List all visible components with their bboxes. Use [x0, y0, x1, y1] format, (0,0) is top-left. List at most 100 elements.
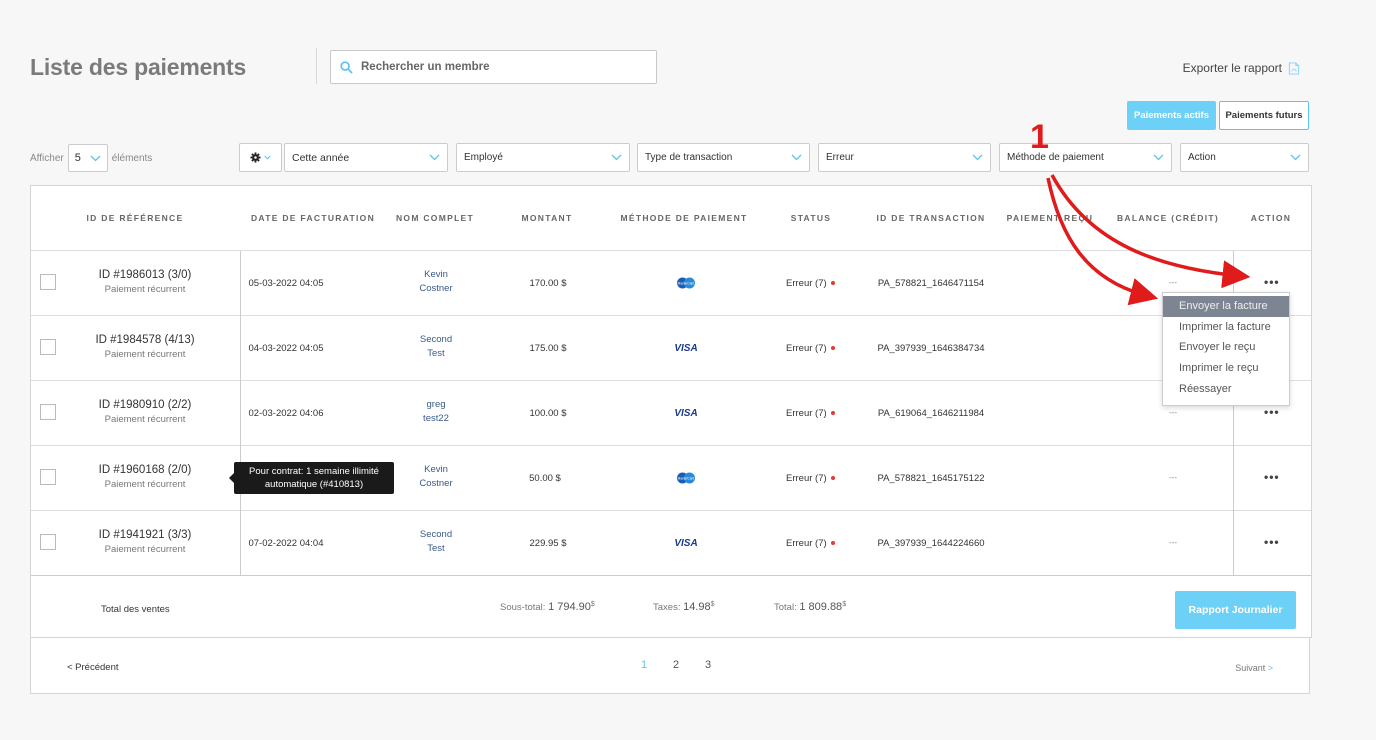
period-filter[interactable]: Cette année	[284, 143, 448, 172]
status-cell: Erreur (7)	[786, 343, 835, 354]
pdf-file-icon	[1288, 61, 1300, 75]
amount: 100.00 $	[529, 408, 567, 419]
row-actions-button[interactable]: •••	[1264, 535, 1280, 549]
chevron-right-icon: >	[1267, 663, 1273, 673]
member-name-link[interactable]: Second Test	[420, 333, 452, 361]
transaction-type-filter[interactable]: Type de transaction	[637, 143, 810, 172]
mastercard-icon: MasterCard	[677, 277, 695, 289]
header-divider	[316, 48, 317, 84]
page-size-control: Afficher 5 éléments	[30, 144, 152, 172]
visa-icon: VISA	[674, 343, 698, 354]
currency-symbol: $	[710, 601, 715, 608]
status-cell: Erreur (7)	[786, 408, 835, 419]
pagination: < Précédent 1 2 3 Suivant >	[30, 638, 1310, 694]
row-actions-button[interactable]: •••	[1264, 275, 1280, 289]
menu-item-print-receipt[interactable]: Imprimer le reçu	[1163, 358, 1289, 379]
last-name: Costner	[419, 478, 453, 489]
page-link-3[interactable]: 3	[705, 659, 711, 671]
member-name-link[interactable]: Second Test	[420, 528, 452, 556]
member-name-link[interactable]: Kevin Costner	[419, 463, 452, 491]
menu-item-retry[interactable]: Réessayer	[1163, 378, 1289, 399]
page-link-1[interactable]: 1	[641, 659, 647, 671]
transaction-id: PA_578821_1645175122	[877, 473, 985, 484]
table-row[interactable]: ID #1941921 (3/3) Paiement récurrent 07-0…	[31, 511, 1311, 576]
column-header-action: ACTION	[1250, 213, 1292, 223]
status-text: Erreur (7)	[786, 343, 827, 354]
page-title: Liste des paiements	[30, 54, 247, 80]
status-text: Erreur (7)	[786, 473, 827, 484]
menu-item-print-invoice[interactable]: Imprimer la facture	[1163, 317, 1289, 338]
employee-filter-value: Employé	[464, 152, 503, 163]
reference-id: ID #1984578 (4/13)	[95, 334, 195, 346]
page-link-2[interactable]: 2	[673, 659, 679, 671]
currency-symbol: $	[590, 601, 595, 608]
status-text: Erreur (7)	[786, 538, 827, 549]
first-name: Kevin	[424, 464, 448, 475]
column-header-amount: MONTANT	[521, 213, 573, 223]
reference-id: ID #1941921 (3/3)	[98, 529, 192, 541]
balance-value: ---	[1169, 278, 1177, 287]
payment-type: Paiement récurrent	[104, 414, 186, 425]
table-row[interactable]: ID #1986013 (3/0) Paiement récurrent 05-0…	[31, 251, 1311, 316]
search-placeholder: Rechercher un membre	[361, 61, 490, 73]
last-name: Test	[427, 543, 445, 554]
billing-date: 05-03-2022 04:05	[248, 278, 324, 289]
previous-page-link[interactable]: < Précédent	[67, 662, 119, 673]
annotation-number: 1	[1030, 118, 1049, 156]
error-filter[interactable]: Erreur	[818, 143, 991, 172]
transaction-id: PA_578821_1646471154	[877, 278, 985, 289]
settings-dropdown[interactable]	[239, 143, 282, 172]
column-header-status: STATUS	[790, 213, 832, 223]
next-page-link[interactable]: Suivant >	[1235, 663, 1273, 673]
first-name: greg	[426, 399, 446, 410]
amount: 175.00 $	[529, 343, 567, 354]
export-report-link[interactable]: Exporter le rapport	[1183, 61, 1300, 75]
chevron-down-icon	[90, 155, 101, 161]
table-row[interactable]: ID #1960168 (2/0) Paiement récurrent Kevi…	[31, 446, 1311, 511]
payment-type: Paiement récurrent	[104, 544, 186, 555]
menu-item-send-invoice[interactable]: Envoyer la facture	[1163, 296, 1289, 317]
future-payments-tab[interactable]: Paiements futurs	[1219, 101, 1309, 130]
reference-cell: ID #1980910 (2/2) Paiement récurrent	[99, 399, 192, 425]
subtotal-label: Sous-total:	[500, 602, 546, 614]
action-filter[interactable]: Action	[1180, 143, 1309, 172]
error-dot	[830, 281, 835, 286]
last-name: test22	[423, 413, 449, 424]
daily-report-button[interactable]: Rapport Journalier	[1175, 591, 1296, 629]
search-icon	[340, 60, 353, 73]
page-size-select[interactable]: 5	[67, 144, 108, 172]
reference-id: ID #1980910 (2/2)	[98, 399, 192, 411]
row-checkbox[interactable]	[40, 274, 56, 290]
member-name-link[interactable]: Kevin Costner	[419, 268, 452, 296]
active-payments-tab[interactable]: Paiements actifs	[1127, 101, 1216, 130]
payment-method-filter-value: Méthode de paiement	[1007, 152, 1104, 163]
row-checkbox[interactable]	[40, 469, 56, 485]
last-name: Test	[427, 348, 445, 359]
gear-icon	[250, 152, 261, 163]
row-actions-button[interactable]: •••	[1264, 405, 1280, 419]
menu-item-send-receipt[interactable]: Envoyer le reçu	[1163, 337, 1289, 358]
reference-cell: ID #1960168 (2/0) Paiement récurrent	[99, 464, 192, 490]
row-checkbox[interactable]	[40, 404, 56, 420]
tooltip-line-1: Pour contrat: 1 semaine illimité	[249, 466, 379, 477]
member-name-link[interactable]: greg test22	[423, 398, 449, 426]
show-prefix: Afficher	[30, 152, 64, 164]
search-input[interactable]: Rechercher un membre	[330, 50, 657, 84]
reference-id: ID #1960168 (2/0)	[98, 464, 192, 476]
first-name: Second	[419, 529, 453, 540]
row-checkbox[interactable]	[40, 534, 56, 550]
reference-id: ID #1986013 (3/0)	[98, 269, 192, 281]
transaction-id: PA_397939_1644224660	[877, 538, 985, 549]
row-actions-button[interactable]: •••	[1264, 470, 1280, 484]
table-row[interactable]: ID #1980910 (2/2) Paiement récurrent 02-0…	[31, 381, 1311, 446]
column-header-method: MÉTHODE DE PAIEMENT	[620, 213, 748, 223]
employee-filter[interactable]: Employé	[456, 143, 630, 172]
chevron-down-icon	[1290, 154, 1301, 161]
row-checkbox[interactable]	[40, 339, 56, 355]
transaction-type-filter-value: Type de transaction	[645, 152, 733, 163]
balance-value: ---	[1169, 473, 1177, 482]
payment-method-filter[interactable]: Méthode de paiement	[999, 143, 1172, 172]
amount: 170.00 $	[529, 278, 567, 289]
table-row[interactable]: ID #1984578 (4/13) Paiement récurrent 04-…	[31, 316, 1311, 381]
currency-symbol: $	[842, 601, 847, 608]
